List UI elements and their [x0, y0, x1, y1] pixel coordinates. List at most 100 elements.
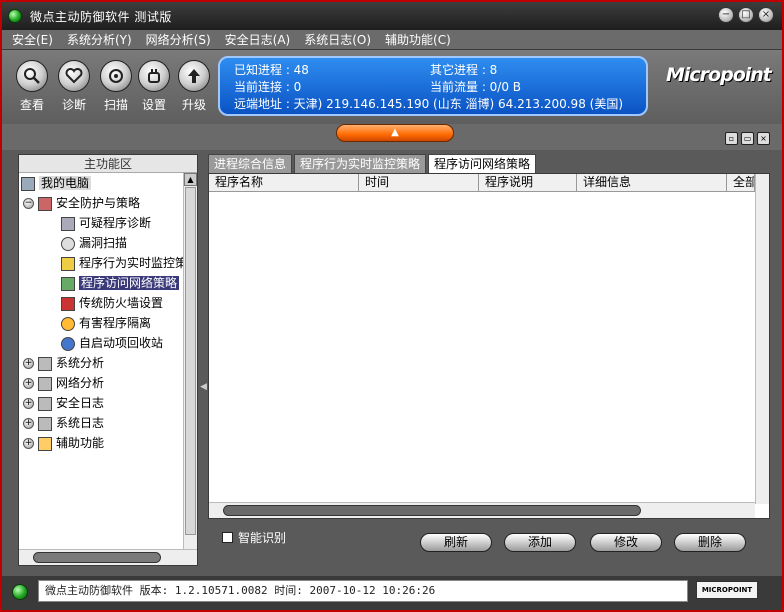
- diagnose-button[interactable]: 诊断: [56, 60, 92, 118]
- scan-label: 扫描: [103, 98, 128, 112]
- flag-icon: [38, 196, 52, 211]
- status-bar: 微点主动防御软件 版本: 1.2.10571.0082 时间: 2007-10-…: [2, 576, 782, 610]
- status-orb-icon: [12, 584, 28, 600]
- menu-system-log[interactable]: 系统日志(O): [304, 31, 371, 48]
- table-vertical-scrollbar[interactable]: [755, 174, 769, 504]
- hand-icon: [138, 60, 170, 92]
- known-processes: 已知进程 : 48: [234, 63, 309, 77]
- tree-item-behavior-monitor[interactable]: 程序行为实时监控策略: [19, 253, 183, 273]
- scroll-thumb[interactable]: [185, 187, 196, 535]
- expand-icon[interactable]: +: [23, 358, 34, 369]
- column-program-name[interactable]: 程序名称: [209, 174, 359, 192]
- refresh-button[interactable]: 刷新: [420, 533, 492, 552]
- panel-close-icon[interactable]: ×: [757, 132, 770, 145]
- collapse-left-icon[interactable]: ◀: [200, 382, 207, 392]
- window-controls: − □ ×: [718, 7, 774, 23]
- add-button[interactable]: 添加: [504, 533, 576, 552]
- function-tree: 我的电脑 −安全防护与策略 可疑程序诊断 漏洞扫描 程序行为实时监控策略 程序访…: [19, 173, 183, 549]
- diagnose-icon: [61, 216, 75, 231]
- magnifier-icon: [61, 236, 75, 251]
- expand-icon[interactable]: +: [23, 398, 34, 409]
- close-button[interactable]: ×: [758, 7, 774, 23]
- expand-icon[interactable]: +: [23, 438, 34, 449]
- scroll-thumb[interactable]: [223, 505, 641, 516]
- scroll-thumb[interactable]: [33, 552, 161, 563]
- collapse-icon[interactable]: −: [23, 198, 34, 209]
- tree-vertical-scrollbar[interactable]: ▲: [183, 173, 197, 549]
- tree-item-tools[interactable]: + 辅助功能: [19, 433, 183, 453]
- column-time[interactable]: 时间: [359, 174, 479, 192]
- column-all[interactable]: 全部: [727, 174, 755, 192]
- tree-item-security-log[interactable]: + 安全日志: [19, 393, 183, 413]
- tree-item-my-computer[interactable]: 我的电脑: [19, 173, 183, 193]
- panel-header: 主功能区: [19, 155, 197, 173]
- tree-horizontal-scrollbar[interactable]: [19, 549, 197, 565]
- minimize-button[interactable]: −: [718, 7, 734, 23]
- tab-network-access[interactable]: 程序访问网络策略: [428, 154, 537, 173]
- upgrade-button[interactable]: 升级: [176, 60, 212, 118]
- biohazard-icon: [61, 316, 75, 331]
- tree-item-startup-recycle[interactable]: 自启动项回收站: [19, 333, 183, 353]
- app-orb-icon: [8, 9, 22, 23]
- monitor-icon: [38, 356, 52, 371]
- app-window: 微点主动防御软件 测试版 − □ × 安全(E) 系统分析(Y) 网络分析(S)…: [0, 0, 784, 612]
- menu-network-analysis[interactable]: 网络分析(S): [146, 31, 211, 48]
- smart-recognition-label: 智能识别: [238, 531, 287, 545]
- tab-process-info[interactable]: 进程综合信息: [208, 154, 293, 173]
- tree-item-network-analysis[interactable]: + 网络分析: [19, 373, 183, 393]
- user-icon: [38, 436, 52, 451]
- panel-splitter[interactable]: ◀: [199, 154, 207, 566]
- tab-behavior-monitor[interactable]: 程序行为实时监控策略: [294, 154, 427, 173]
- column-details[interactable]: 详细信息: [577, 174, 727, 192]
- maximize-button[interactable]: □: [738, 7, 754, 23]
- smart-recognition-toggle[interactable]: 智能识别: [222, 529, 286, 546]
- action-bar: 智能识别 刷新 添加 修改 删除: [208, 519, 770, 567]
- policy-table: 程序名称 时间 程序说明 详细信息 全部: [208, 173, 770, 519]
- collapse-toolbar-handle[interactable]: ▲: [336, 124, 454, 142]
- expand-icon[interactable]: +: [23, 378, 34, 389]
- settings-button[interactable]: 设置: [136, 60, 172, 118]
- table-header: 程序名称 时间 程序说明 详细信息 全部: [209, 174, 769, 192]
- tab-strip: 进程综合信息 程序行为实时监控策略 程序访问网络策略: [208, 154, 537, 173]
- network-computers-icon: [38, 376, 52, 391]
- title-bar: 微点主动防御软件 测试版 − □ ×: [2, 2, 782, 30]
- delete-button[interactable]: 删除: [674, 533, 746, 552]
- menu-bar: 安全(E) 系统分析(Y) 网络分析(S) 安全日志(A) 系统日志(O) 辅助…: [2, 30, 782, 50]
- main-function-panel: 主功能区 我的电脑 −安全防护与策略 可疑程序诊断 漏洞扫描 程序行为实时监控策…: [18, 154, 198, 566]
- upgrade-icon: [178, 60, 210, 92]
- tree-item-security-policy[interactable]: − 安全防护与策略: [19, 193, 183, 213]
- network-icon: [61, 276, 75, 291]
- panel-tile-icon[interactable]: ▭: [741, 132, 754, 145]
- settings-label: 设置: [141, 98, 166, 112]
- tree-item-quarantine[interactable]: 有害程序隔离: [19, 313, 183, 333]
- smart-recognition-checkbox[interactable]: [222, 532, 233, 543]
- status-info-panel: 已知进程 : 48 其它进程 : 8 当前连接 : 0 当前流量 : 0/0 B…: [218, 56, 648, 116]
- tree-item-suspicious-diagnosis[interactable]: 可疑程序诊断: [19, 213, 183, 233]
- modify-button[interactable]: 修改: [590, 533, 662, 552]
- tree-item-firewall[interactable]: 传统防火墙设置: [19, 293, 183, 313]
- tree-item-system-analysis[interactable]: + 系统分析: [19, 353, 183, 373]
- view-button[interactable]: 查看: [14, 60, 50, 118]
- scroll-up-icon[interactable]: ▲: [184, 173, 197, 186]
- menu-system-analysis[interactable]: 系统分析(Y): [67, 31, 132, 48]
- column-description[interactable]: 程序说明: [479, 174, 577, 192]
- tree-item-network-access-policy[interactable]: 程序访问网络策略: [19, 273, 183, 293]
- panel-restore-icon[interactable]: ▫: [725, 132, 738, 145]
- document-icon: [38, 416, 52, 431]
- menu-security-log[interactable]: 安全日志(A): [225, 31, 291, 48]
- scan-button[interactable]: 扫描: [98, 60, 134, 118]
- menu-security[interactable]: 安全(E): [12, 31, 53, 48]
- window-title: 微点主动防御软件 测试版: [30, 9, 172, 24]
- table-horizontal-scrollbar[interactable]: [209, 502, 755, 518]
- expand-icon[interactable]: +: [23, 418, 34, 429]
- tree-item-system-log[interactable]: + 系统日志: [19, 413, 183, 433]
- tree-item-vuln-scan[interactable]: 漏洞扫描: [19, 233, 183, 253]
- lightbulb-icon: [61, 256, 75, 271]
- heart-icon: [58, 60, 90, 92]
- micropoint-logo: Micropoint: [666, 64, 772, 86]
- panel-controls: ▫ ▭ ×: [725, 132, 770, 145]
- log-icon: [38, 396, 52, 411]
- menu-tools[interactable]: 辅助功能(C): [385, 31, 451, 48]
- diagnose-label: 诊断: [61, 98, 86, 112]
- view-label: 查看: [19, 98, 44, 112]
